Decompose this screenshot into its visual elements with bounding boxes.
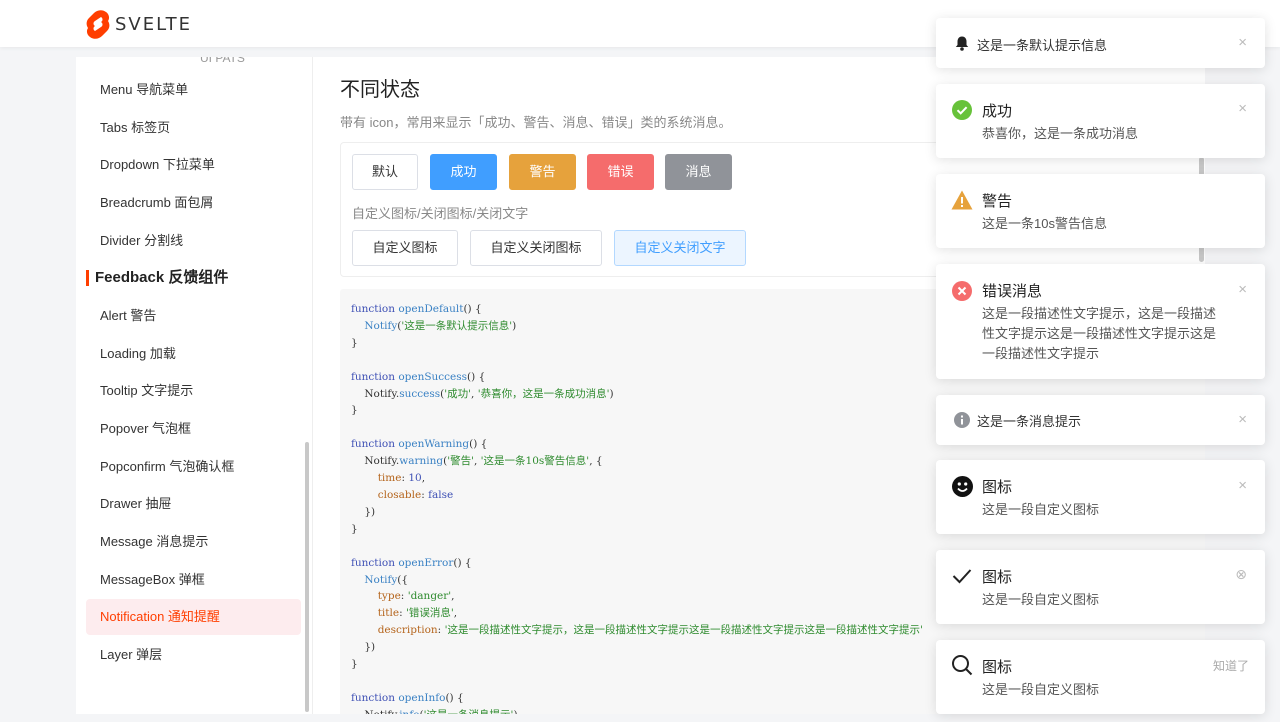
notification-title: 图标: [982, 569, 1013, 586]
close-icon[interactable]: ×: [1238, 35, 1247, 50]
sidebar-item-message[interactable]: Message 消息提示: [86, 524, 301, 560]
notification-description: 这是一条10s警告信息: [982, 216, 1107, 231]
notification-title: 警告: [982, 193, 1013, 210]
sidebar-cut-item[interactable]: UI PATS: [200, 57, 245, 65]
page-title: 不同状态: [340, 79, 420, 101]
notification-description: 这是一段自定义图标: [982, 592, 1100, 607]
sidebar-item-popover[interactable]: Popover 气泡框: [86, 411, 301, 447]
notification-text: 这是一条消息提示: [977, 414, 1082, 429]
logo-text: SVELTE: [115, 13, 193, 35]
custom-icon-button[interactable]: 自定义图标: [352, 230, 458, 266]
svelte-logo-icon: [86, 10, 110, 39]
sidebar-item-tooltip[interactable]: Tooltip 文字提示: [86, 373, 301, 409]
close-icon[interactable]: ×: [1238, 101, 1247, 116]
notification-text: 这是一条默认提示信息: [977, 38, 1108, 53]
notification-description: 这是一段自定义图标: [982, 682, 1100, 697]
notification-title: 图标: [982, 479, 1013, 496]
sidebar-item-breadcrumb[interactable]: Breadcrumb 面包屑: [86, 185, 301, 221]
check-circle-icon: [951, 99, 973, 121]
close-icon[interactable]: ×: [1238, 282, 1247, 297]
sidebar-item-popconfirm[interactable]: Popconfirm 气泡确认框: [86, 449, 301, 485]
sidebar-item-divider[interactable]: Divider 分割线: [86, 223, 301, 259]
notification-description: 恭喜你，这是一条成功消息: [982, 126, 1139, 141]
svelte-logo[interactable]: SVELTE: [85, 9, 192, 39]
notification-title: 错误消息: [982, 283, 1043, 300]
close-icon[interactable]: ×: [1238, 478, 1247, 493]
notification-title: 成功: [982, 103, 1013, 120]
notification-default: 这是一条默认提示信息 ×: [936, 18, 1265, 68]
warning-triangle-icon: [951, 189, 973, 211]
close-text-button[interactable]: 知道了: [1213, 657, 1249, 674]
sidebar-item-notification[interactable]: Notification 通知提醒: [86, 599, 301, 635]
success-button[interactable]: 成功: [430, 154, 497, 190]
notification-custom-close-text: 图标 这是一段自定义图标 知道了: [936, 640, 1265, 714]
notification-error: 错误消息 这是一段描述性文字提示，这是一段描述性文字提示这是一段描述性文字提示这…: [936, 264, 1265, 379]
checkmark-icon: [951, 565, 973, 587]
info-circle-icon: [951, 409, 973, 431]
bell-icon: [951, 32, 973, 54]
notification-info: 这是一条消息提示 ×: [936, 395, 1265, 445]
sidebar-item-loading[interactable]: Loading 加载: [86, 336, 301, 372]
sidebar-item-alert[interactable]: Alert 警告: [86, 298, 301, 334]
info-button[interactable]: 消息: [665, 154, 732, 190]
error-button[interactable]: 错误: [587, 154, 654, 190]
sidebar-scrollbar[interactable]: [305, 442, 309, 712]
custom-close-icon-button[interactable]: 自定义关闭图标: [470, 230, 602, 266]
sidebar-item-tabs[interactable]: Tabs 标签页: [86, 110, 301, 146]
smiley-icon: [951, 475, 973, 497]
sidebar-item-messagebox[interactable]: MessageBox 弹框: [86, 562, 301, 598]
notification-success: 成功 恭喜你，这是一条成功消息 ×: [936, 84, 1265, 158]
sidebar-group-feedback: Feedback 反馈组件: [86, 270, 228, 286]
notification-custom-close-icon: 图标 这是一段自定义图标 ⊗: [936, 550, 1265, 624]
close-icon[interactable]: ×: [1238, 412, 1247, 427]
sidebar: UI PATS Menu 导航菜单 Tabs 标签页 Dropdown 下拉菜单…: [76, 57, 313, 714]
notification-description: 这是一段描述性文字提示，这是一段描述性文字提示这是一段描述性文字提示这是一段描述…: [982, 306, 1217, 361]
close-circle-icon: [951, 280, 973, 302]
notification-title: 图标: [982, 659, 1013, 676]
sidebar-item-menu[interactable]: Menu 导航菜单: [86, 72, 301, 108]
notification-description: 这是一段自定义图标: [982, 502, 1100, 517]
notification-custom-icon: 图标 这是一段自定义图标 ×: [936, 460, 1265, 534]
search-icon: [951, 654, 973, 676]
sidebar-item-dropdown[interactable]: Dropdown 下拉菜单: [86, 147, 301, 183]
warning-button[interactable]: 警告: [509, 154, 576, 190]
sidebar-item-layer[interactable]: Layer 弹层: [86, 637, 301, 673]
default-button[interactable]: 默认: [352, 154, 418, 190]
notification-warning: 警告 这是一条10s警告信息: [936, 174, 1265, 248]
custom-close-text-button[interactable]: 自定义关闭文字: [614, 230, 746, 266]
custom-section-label: 自定义图标/关闭图标/关闭文字: [352, 206, 529, 221]
sidebar-item-drawer[interactable]: Drawer 抽屉: [86, 486, 301, 522]
page-description: 带有 icon，常用来显示「成功、警告、消息、错误」类的系统消息。: [340, 115, 732, 130]
close-circle-outline-icon[interactable]: ⊗: [1235, 567, 1247, 582]
